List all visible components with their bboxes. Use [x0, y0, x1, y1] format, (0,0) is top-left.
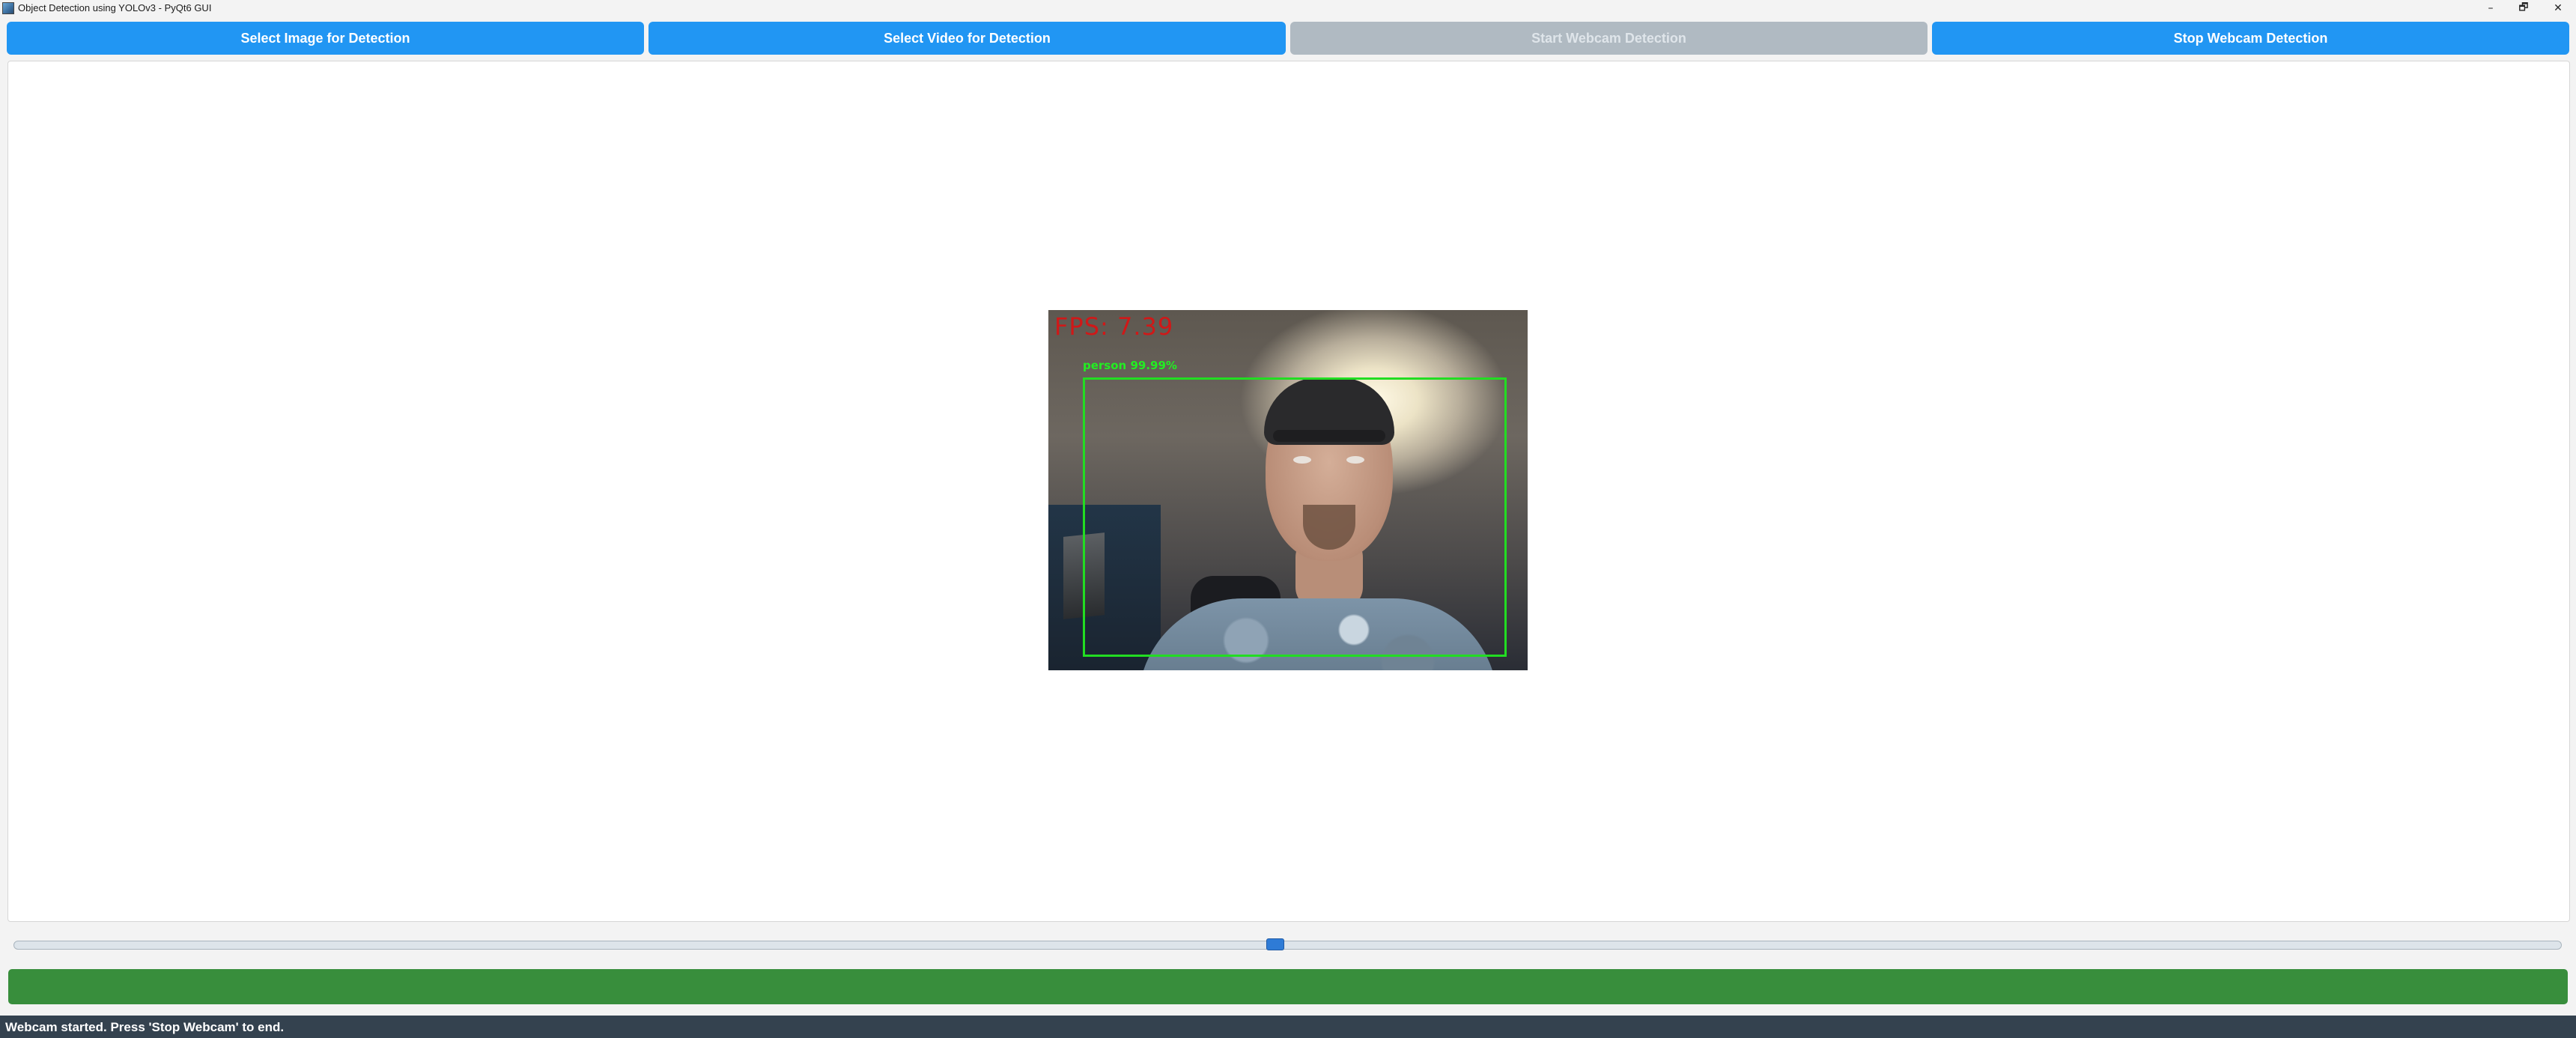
restore-icon[interactable]: 🗗 [2506, 0, 2541, 16]
stop-webcam-button[interactable]: Stop Webcam Detection [1932, 22, 2569, 55]
fps-overlay: FPS: 7.39 [1054, 312, 1174, 341]
title-bar: Object Detection using YOLOv3 - PyQt6 GU… [0, 0, 2576, 16]
select-image-button[interactable]: Select Image for Detection [7, 22, 644, 55]
status-message: Webcam started. Press 'Stop Webcam' to e… [5, 1020, 285, 1034]
select-video-button[interactable]: Select Video for Detection [648, 22, 1286, 55]
slider-handle[interactable] [1266, 938, 1284, 950]
detection-label: person 99.99% [1083, 359, 1177, 372]
window-title: Object Detection using YOLOv3 - PyQt6 GU… [18, 2, 212, 13]
start-webcam-button: Start Webcam Detection [1290, 22, 1928, 55]
progress-fill [8, 969, 2568, 1004]
progress-bar [8, 969, 2568, 1004]
app-icon [2, 2, 14, 14]
webcam-frame: FPS: 7.39 person 99.99% [1048, 310, 1528, 670]
minimize-icon[interactable]: – [2473, 0, 2508, 16]
close-icon[interactable]: ✕ [2541, 0, 2575, 16]
detection-bounding-box [1083, 377, 1507, 657]
status-bar: Webcam started. Press 'Stop Webcam' to e… [0, 1016, 2576, 1038]
slider-track[interactable] [13, 941, 2562, 950]
